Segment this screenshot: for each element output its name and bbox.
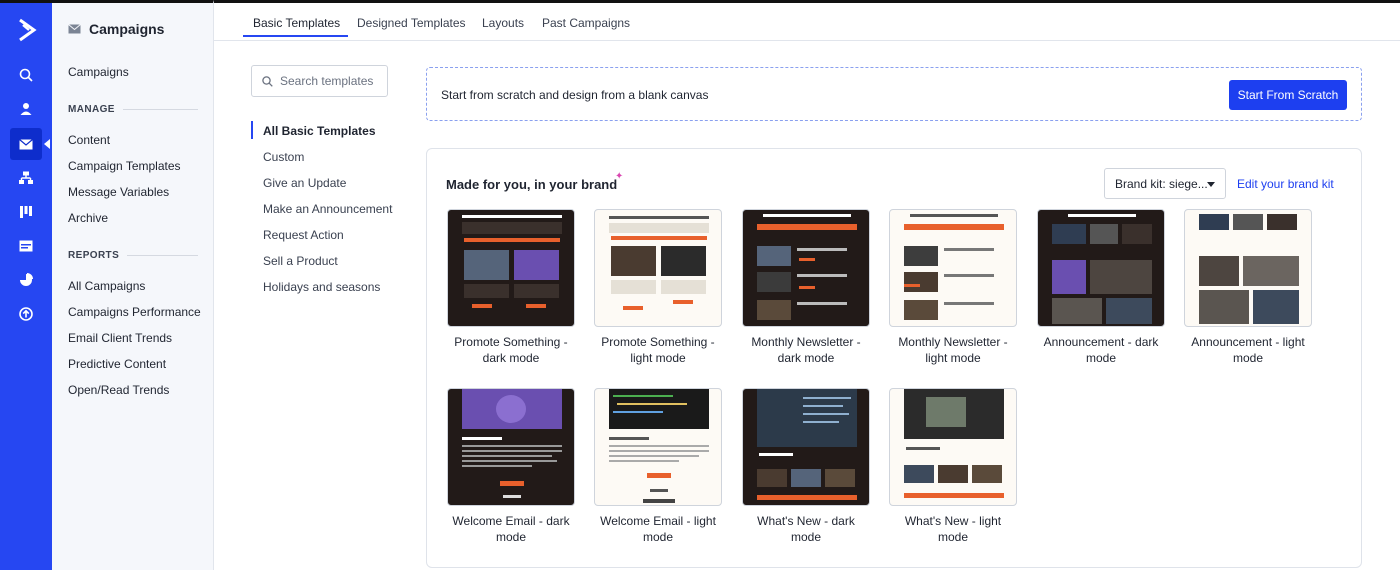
sidebar-item-predictive-content[interactable]: Predictive Content: [68, 357, 166, 371]
category-request-action[interactable]: Request Action: [263, 228, 344, 242]
sparkle-icon: ✦: [615, 171, 624, 182]
sidebar-title: Campaigns: [89, 21, 165, 37]
template-name: Monthly Newsletter - light mode: [898, 335, 1008, 365]
template-name: What's New - light mode: [904, 514, 1002, 544]
start-from-scratch-banner: Start from scratch and design from a bla…: [426, 67, 1362, 121]
template-name: Announcement - light mode: [1191, 335, 1305, 365]
main-content: Basic Templates Designed Templates Layou…: [214, 0, 1400, 570]
contacts-icon[interactable]: [0, 93, 52, 125]
tab-basic-templates[interactable]: Basic Templates: [253, 16, 340, 30]
sidebar-item-campaigns[interactable]: Campaigns: [68, 65, 129, 79]
template-thumbnail[interactable]: [447, 209, 575, 327]
tab-layouts[interactable]: Layouts: [482, 16, 524, 30]
campaigns-sidebar: Campaigns Campaigns MANAGE Content Campa…: [52, 0, 214, 570]
start-from-scratch-button[interactable]: Start From Scratch: [1229, 80, 1347, 110]
active-tab-indicator: [243, 35, 348, 37]
category-give-an-update[interactable]: Give an Update: [263, 176, 346, 190]
template-thumbnail[interactable]: [447, 388, 575, 506]
template-thumbnail[interactable]: [594, 209, 722, 327]
tab-designed-templates[interactable]: Designed Templates: [357, 16, 466, 30]
automations-icon[interactable]: [0, 162, 52, 194]
sidebar-item-message-variables[interactable]: Message Variables: [68, 185, 169, 199]
template-card[interactable]: Promote Something - light mode: [594, 209, 722, 366]
template-card[interactable]: What's New - light mode: [889, 388, 1017, 545]
mail-icon: [68, 24, 81, 34]
category-holidays-and-seasons[interactable]: Holidays and seasons: [263, 280, 380, 294]
sidebar-item-campaign-templates[interactable]: Campaign Templates: [68, 159, 181, 173]
template-thumbnail[interactable]: [889, 209, 1017, 327]
app-rail: [0, 0, 52, 570]
template-tabs: Basic Templates Designed Templates Layou…: [214, 3, 1400, 41]
active-category-indicator: [251, 121, 253, 139]
website-icon[interactable]: [0, 230, 52, 262]
activecampaign-logo-icon[interactable]: [14, 17, 40, 43]
template-name: What's New - dark mode: [757, 514, 855, 544]
sidebar-item-open-read-trends[interactable]: Open/Read Trends: [68, 383, 169, 397]
template-card[interactable]: Welcome Email - dark mode: [447, 388, 575, 545]
template-thumbnail[interactable]: [742, 209, 870, 327]
template-card[interactable]: Welcome Email - light mode: [594, 388, 722, 545]
search-icon[interactable]: [0, 59, 52, 91]
panel-title: Made for you, in your brand: [446, 177, 618, 192]
campaigns-mail-icon[interactable]: [10, 128, 42, 160]
template-thumbnail[interactable]: [1184, 209, 1312, 327]
template-card[interactable]: Monthly Newsletter - light mode: [889, 209, 1017, 366]
category-custom[interactable]: Custom: [263, 150, 304, 164]
template-thumbnail[interactable]: [742, 388, 870, 506]
reports-pie-icon[interactable]: [0, 264, 52, 296]
template-card[interactable]: What's New - dark mode: [742, 388, 870, 545]
search-input[interactable]: [280, 74, 380, 88]
category-sell-a-product[interactable]: Sell a Product: [263, 254, 338, 268]
reports-section-label: REPORTS: [68, 250, 198, 261]
template-thumbnail[interactable]: [889, 388, 1017, 506]
sidebar-item-email-client-trends[interactable]: Email Client Trends: [68, 331, 172, 345]
brand-kit-value: Brand kit: siege...: [1115, 176, 1208, 191]
tab-past-campaigns[interactable]: Past Campaigns: [542, 16, 630, 30]
upgrade-icon[interactable]: [0, 298, 52, 330]
template-name: Promote Something - light mode: [601, 335, 715, 365]
template-name: Welcome Email - light mode: [600, 514, 716, 544]
sidebar-item-all-campaigns[interactable]: All Campaigns: [68, 279, 145, 293]
template-thumbnail[interactable]: [594, 388, 722, 506]
brand-kit-select[interactable]: Brand kit: siege...: [1104, 168, 1226, 199]
brand-templates-panel: Made for you, in your brand ✦ Brand kit:…: [426, 148, 1362, 568]
manage-section-label: MANAGE: [68, 104, 198, 115]
template-name: Promote Something - dark mode: [454, 335, 568, 365]
template-card[interactable]: Announcement - light mode: [1184, 209, 1312, 366]
deals-pipeline-icon[interactable]: [0, 196, 52, 228]
category-make-an-announcement[interactable]: Make an Announcement: [263, 202, 392, 216]
search-templates-field[interactable]: [251, 65, 388, 97]
template-name: Monthly Newsletter - dark mode: [751, 335, 861, 365]
sidebar-item-content[interactable]: Content: [68, 133, 110, 147]
template-thumbnail[interactable]: [1037, 209, 1165, 327]
template-card[interactable]: Announcement - dark mode: [1037, 209, 1165, 366]
search-icon: [262, 75, 273, 87]
sidebar-item-campaigns-performance[interactable]: Campaigns Performance: [68, 305, 201, 319]
template-card[interactable]: Promote Something - dark mode: [447, 209, 575, 366]
category-all-basic-templates[interactable]: All Basic Templates: [263, 124, 376, 138]
scratch-description: Start from scratch and design from a bla…: [441, 88, 709, 102]
edit-brand-kit-link[interactable]: Edit your brand kit: [1237, 177, 1334, 191]
chevron-down-icon: [1207, 182, 1215, 187]
template-card[interactable]: Monthly Newsletter - dark mode: [742, 209, 870, 366]
template-name: Announcement - dark mode: [1043, 335, 1159, 365]
sidebar-item-archive[interactable]: Archive: [68, 211, 108, 225]
template-name: Welcome Email - dark mode: [452, 514, 570, 544]
sidebar-header: Campaigns: [68, 21, 164, 37]
